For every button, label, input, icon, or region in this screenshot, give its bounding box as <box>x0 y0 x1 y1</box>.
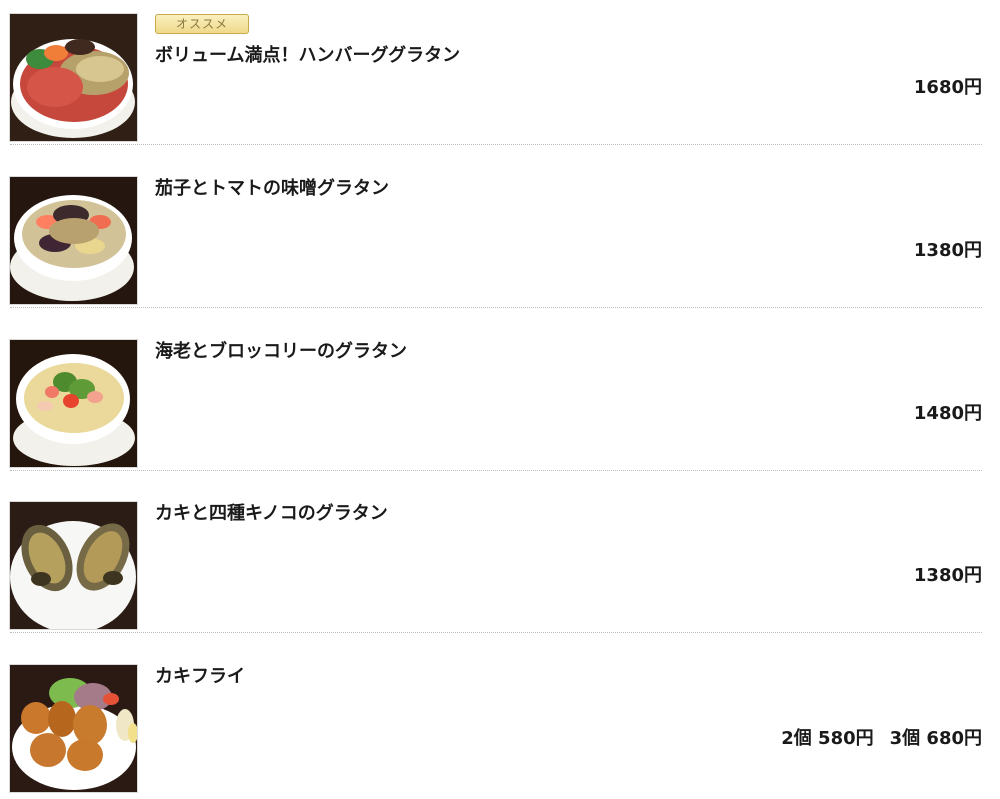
menu-item-fried-oyster[interactable]: カキフライ 2個 580円 3個 680円 <box>10 665 982 795</box>
oyster-mushroom-gratin-photo[interactable] <box>10 502 137 629</box>
price-option-three-pieces: 3個 680円 <box>889 728 982 749</box>
menu-list: オススメ ボリューム満点！ハンバーググラタン 1680円 茄子とトマトの味噌グラ… <box>0 0 1000 799</box>
dish-price: 1380円 <box>913 565 982 586</box>
hamburg-gratin-photo[interactable] <box>10 14 137 141</box>
dish-price: 1480円 <box>913 403 982 424</box>
menu-item-eggplant-tomato-gratin[interactable]: 茄子とトマトの味噌グラタン 1380円 <box>10 177 982 308</box>
dish-price: 1680円 <box>913 77 982 98</box>
price-option-two-pieces: 2個 580円 <box>781 728 874 749</box>
dish-name[interactable]: 海老とブロッコリーのグラタン <box>155 340 407 364</box>
dish-name[interactable]: 茄子とトマトの味噌グラタン <box>155 177 389 201</box>
menu-item-hamburg-gratin[interactable]: オススメ ボリューム満点！ハンバーググラタン 1680円 <box>10 14 982 145</box>
menu-item-oyster-mushroom-gratin[interactable]: カキと四種キノコのグラタン 1380円 <box>10 502 982 633</box>
shrimp-broccoli-gratin-photo[interactable] <box>10 340 137 467</box>
dish-name[interactable]: カキフライ <box>155 665 245 689</box>
dish-price-options: 2個 580円 3個 680円 <box>781 727 982 751</box>
dish-name[interactable]: カキと四種キノコのグラタン <box>155 502 388 526</box>
dish-price: 1380円 <box>913 240 982 261</box>
dish-name[interactable]: ボリューム満点！ハンバーググラタン <box>155 44 460 68</box>
eggplant-tomato-gratin-photo[interactable] <box>10 177 137 304</box>
recommended-badge: オススメ <box>155 14 249 34</box>
fried-oyster-photo[interactable] <box>10 665 137 792</box>
menu-item-shrimp-broccoli-gratin[interactable]: 海老とブロッコリーのグラタン 1480円 <box>10 340 982 471</box>
